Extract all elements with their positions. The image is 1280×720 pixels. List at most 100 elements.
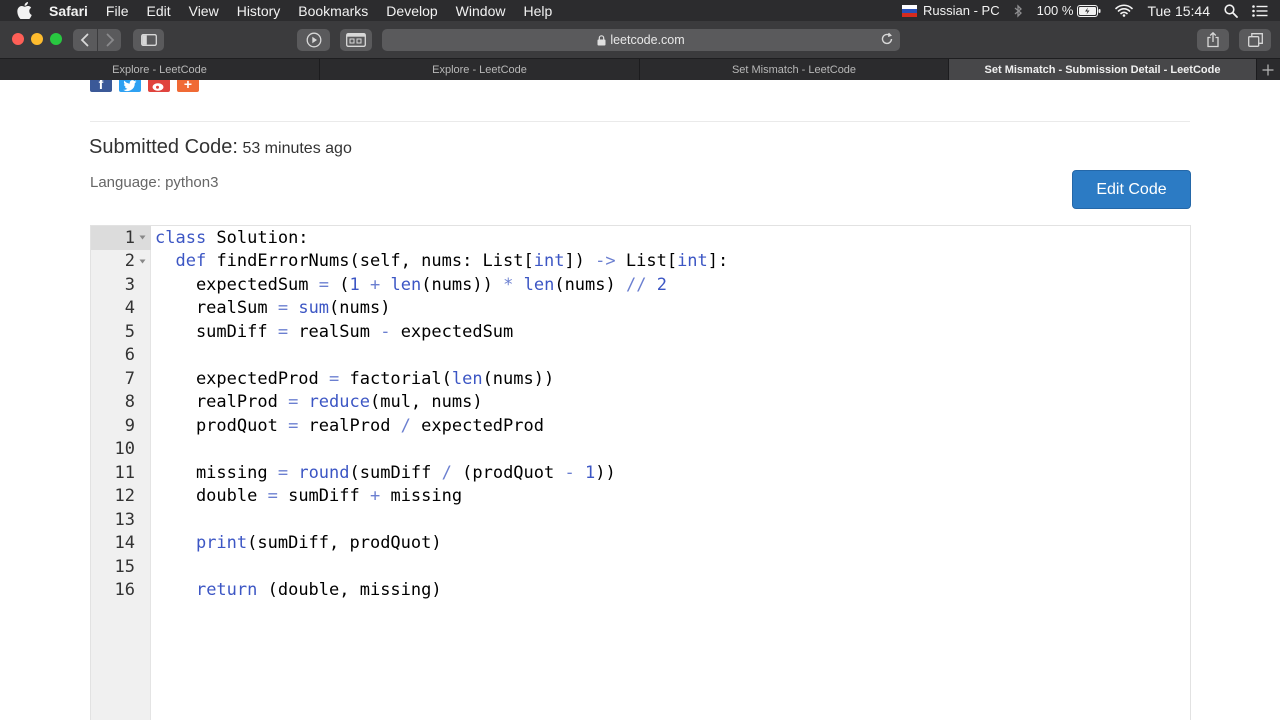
code-token: List[ [615, 251, 678, 272]
code-token: len [523, 274, 555, 295]
twitter-share-icon[interactable] [119, 80, 141, 92]
code-text: sumDiff = realSum - expectedSum [155, 322, 513, 342]
battery-icon [1077, 4, 1101, 17]
menu-window[interactable]: Window [456, 3, 506, 19]
code-token: = [267, 486, 278, 507]
zoom-window-button[interactable] [50, 33, 62, 45]
code-token: + [370, 274, 381, 295]
code-token: = [277, 462, 289, 483]
show-all-tabs-button[interactable] [1239, 29, 1271, 51]
new-tab-button[interactable] [1257, 59, 1279, 80]
menu-history[interactable]: History [237, 3, 281, 19]
code-line: 9 prodQuot = realProd / expectedProd [91, 414, 1190, 438]
code-token: realProd [298, 415, 401, 436]
menu-file[interactable]: File [106, 3, 129, 19]
code-token: int [677, 251, 708, 272]
tab-overview-button[interactable] [340, 29, 372, 51]
code-token: (sumDiff, prodQuot) [247, 533, 442, 554]
code-token: * [503, 274, 514, 295]
code-token: (nums) [554, 274, 626, 295]
menu-develop[interactable]: Develop [386, 3, 437, 19]
submitted-time: 53 minutes ago [242, 140, 352, 157]
code-line: 6 [91, 344, 1190, 368]
code-line: 4 realSum = sum(nums) [91, 297, 1190, 321]
code-token: = [329, 368, 340, 389]
code-text: expectedSum = (1 + len(nums)) * len(nums… [155, 275, 667, 295]
code-text: print(sumDiff, prodQuot) [155, 533, 442, 553]
chevron-right-icon [106, 33, 114, 47]
input-source-menu[interactable]: Russian - PC [902, 3, 1000, 18]
line-number: 8 [124, 392, 135, 413]
menu-edit[interactable]: Edit [146, 3, 170, 19]
code-line: 7 expectedProd = factorial(len(nums)) [91, 367, 1190, 391]
code-token: expectedSum [155, 274, 319, 295]
code-line: 16 return (double, missing) [91, 579, 1190, 603]
more-share-icon[interactable]: + [177, 80, 199, 92]
back-button[interactable] [73, 29, 97, 51]
page-content: f + Submitted Code: 53 minutes ago Langu… [0, 80, 1280, 720]
social-share-bar: f + [90, 80, 206, 92]
spotlight-search-icon[interactable] [1224, 3, 1238, 18]
notification-center-icon[interactable] [1252, 4, 1268, 17]
code-text: class Solution: [155, 228, 309, 248]
edit-code-button[interactable]: Edit Code [1072, 170, 1191, 209]
menu-bar: Safari File Edit View History Bookmarks … [0, 0, 1280, 21]
code-token: round [298, 462, 350, 483]
code-token: (nums)) [421, 274, 504, 295]
tab-explore-2[interactable]: Explore - LeetCode [320, 59, 640, 80]
code-token: findErrorNums(self, nums: List[ [206, 251, 534, 272]
sidebar-toggle-button[interactable] [133, 29, 164, 51]
code-token: - [380, 321, 391, 342]
menu-bookmarks[interactable]: Bookmarks [298, 3, 368, 19]
code-token: ]: [707, 251, 729, 272]
tab-submission-detail[interactable]: Set Mismatch - Submission Detail - LeetC… [949, 59, 1257, 80]
reader-view-button[interactable] [297, 29, 330, 51]
weibo-share-icon[interactable] [148, 80, 170, 92]
share-icon [1207, 32, 1219, 48]
menu-view[interactable]: View [189, 3, 219, 19]
code-token: (nums) [329, 298, 391, 319]
code-line: 3 expectedSum = (1 + len(nums)) * len(nu… [91, 273, 1190, 297]
tab-label: Set Mismatch - Submission Detail - LeetC… [984, 63, 1221, 76]
code-token: realSum [155, 298, 278, 319]
code-line: 12 double = sumDiff + missing [91, 485, 1190, 509]
clock[interactable]: Tue 15:44 [1147, 3, 1210, 19]
facebook-share-icon[interactable]: f [90, 80, 112, 92]
code-token: expectedProd [410, 415, 544, 436]
fold-arrow-icon[interactable] [135, 235, 149, 240]
sidebar-icon [140, 34, 157, 46]
line-number: 5 [124, 321, 135, 342]
code-token: 2 [656, 274, 667, 295]
wifi-icon[interactable] [1115, 4, 1134, 17]
code-text: double = sumDiff + missing [155, 486, 462, 506]
close-window-button[interactable] [12, 33, 24, 45]
code-token: len [451, 368, 483, 389]
apple-icon[interactable] [17, 2, 35, 20]
fold-arrow-icon[interactable] [135, 259, 149, 264]
play-circle-icon [306, 32, 321, 48]
code-text: missing = round(sumDiff / (prodQuot - 1)… [155, 463, 616, 483]
menu-safari[interactable]: Safari [49, 3, 88, 19]
forward-button[interactable] [98, 29, 121, 51]
menu-help[interactable]: Help [523, 3, 552, 19]
share-button[interactable] [1197, 29, 1229, 51]
code-token: print [195, 533, 248, 554]
tab-set-mismatch[interactable]: Set Mismatch - LeetCode [640, 59, 949, 80]
code-token: )) [595, 462, 616, 483]
tab-explore-1[interactable]: Explore - LeetCode [0, 59, 320, 80]
code-token: (prodQuot [451, 462, 565, 483]
battery-menu[interactable]: 100 % [1037, 3, 1102, 18]
reload-icon[interactable] [880, 32, 894, 49]
code-token: realSum [288, 321, 381, 342]
code-editor[interactable]: 1 class Solution: 2 def findErrorNums(self… [90, 225, 1191, 720]
minimize-window-button[interactable] [31, 33, 43, 45]
code-token: expectedSum [390, 321, 514, 342]
code-token: class [155, 227, 207, 248]
address-bar[interactable]: leetcode.com [382, 29, 900, 51]
bluetooth-icon[interactable] [1014, 3, 1023, 18]
chevron-left-icon [80, 33, 89, 47]
